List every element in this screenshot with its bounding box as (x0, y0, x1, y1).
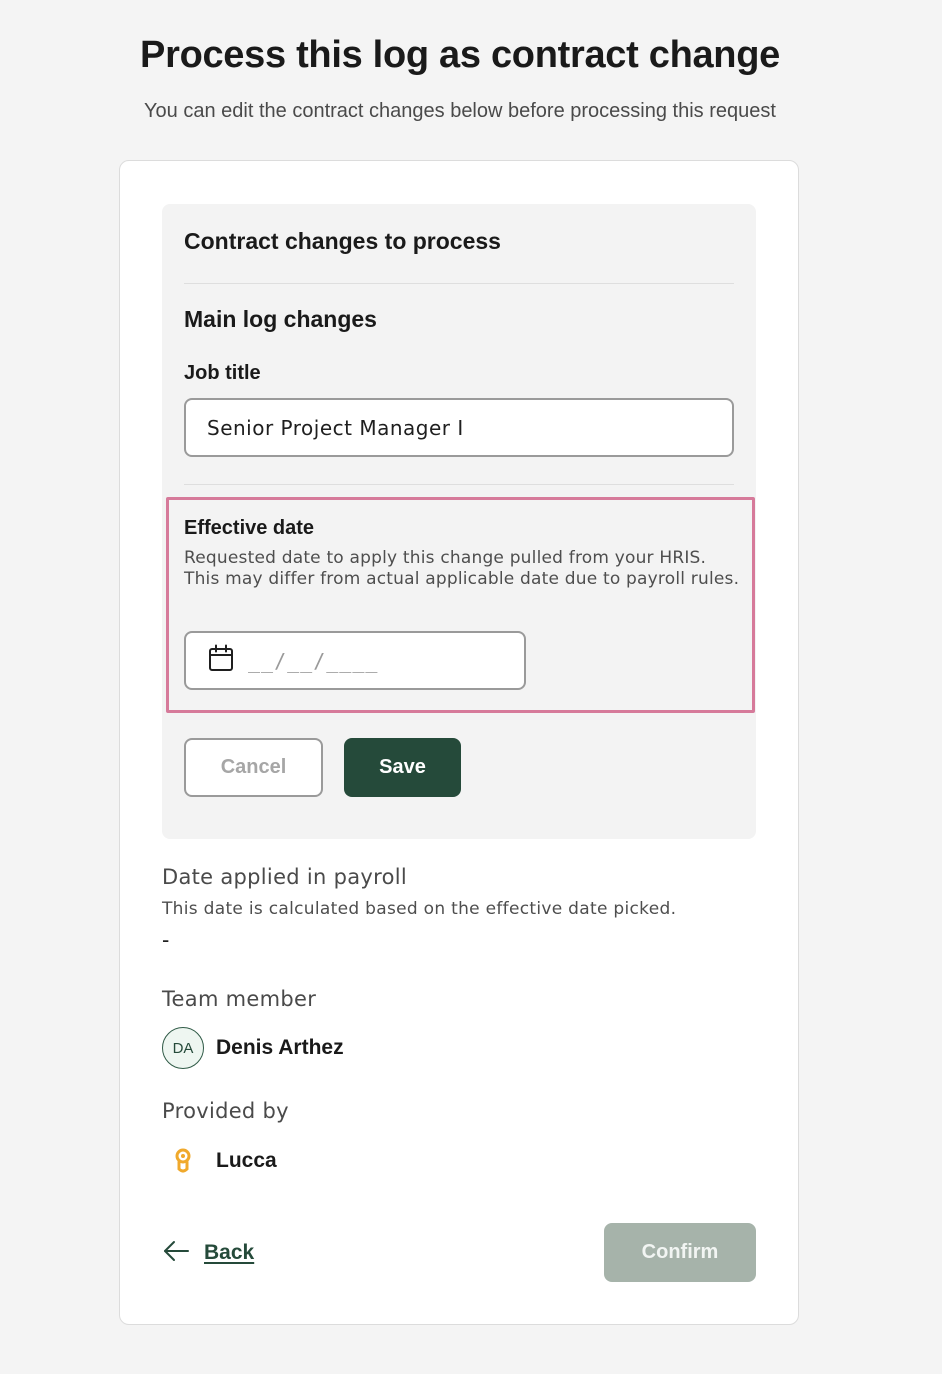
divider (184, 283, 734, 284)
confirm-button[interactable]: Confirm (604, 1223, 756, 1282)
back-label[interactable]: Back (204, 1241, 254, 1265)
divider (184, 484, 734, 485)
provider: Lucca (162, 1141, 277, 1181)
panel-heading: Contract changes to process (184, 228, 501, 254)
back-link[interactable]: Back (162, 1235, 254, 1271)
effective-date-section: Effective date Requested date to apply t… (166, 497, 755, 713)
lucca-logo-icon (162, 1141, 204, 1181)
calendar-icon[interactable] (208, 644, 234, 677)
page-title: Process this log as contract change (140, 34, 780, 76)
provider-label: Provided by (162, 1099, 289, 1123)
team-member: DA Denis Arthez (162, 1027, 344, 1069)
contract-changes-panel: Contract changes to process Main log cha… (162, 204, 756, 839)
page-subtitle: You can edit the contract changes below … (144, 100, 776, 122)
avatar: DA (162, 1027, 204, 1069)
job-title-input[interactable]: Senior Project Manager I (184, 398, 734, 457)
job-title-value: Senior Project Manager I (207, 415, 464, 440)
provider-name: Lucca (216, 1149, 277, 1172)
effective-date-placeholder: __/__/____ (248, 648, 379, 673)
payroll-date-value: - (162, 927, 170, 952)
effective-date-input[interactable]: __/__/____ (184, 631, 526, 690)
cancel-button[interactable]: Cancel (184, 738, 323, 797)
section-heading: Main log changes (184, 306, 377, 332)
arrow-left-icon (162, 1240, 190, 1267)
payroll-date-label: Date applied in payroll (162, 865, 408, 889)
effective-date-help: Requested date to apply this change pull… (184, 548, 740, 589)
team-member-name: Denis Arthez (216, 1036, 344, 1059)
team-member-label: Team member (162, 987, 317, 1011)
effective-date-label: Effective date (184, 517, 315, 539)
save-button[interactable]: Save (344, 738, 461, 797)
job-title-label: Job title (184, 362, 261, 384)
contract-change-card: Contract changes to process Main log cha… (119, 160, 799, 1325)
payroll-date-help: This date is calculated based on the eff… (162, 899, 677, 919)
